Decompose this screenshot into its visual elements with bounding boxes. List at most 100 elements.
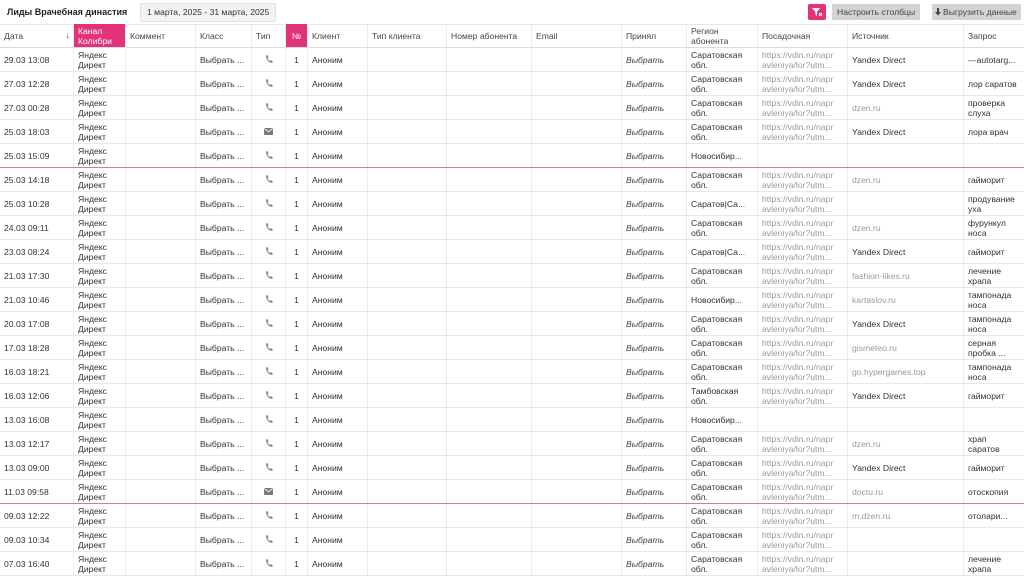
class-select[interactable]: Выбрать ... — [196, 384, 252, 407]
cell-comment[interactable] — [126, 456, 196, 479]
accepted-select[interactable]: Выбрать — [622, 192, 687, 215]
cell-landing[interactable]: https://vdin.ru/napr avleniya/lor?utm... — [758, 96, 848, 119]
col-query-header[interactable]: Запрос — [964, 24, 1024, 47]
landing-link[interactable]: https://vdin.ru/napr avleniya/lor?utm... — [762, 266, 843, 286]
landing-link[interactable]: https://vdin.ru/napr avleniya/lor?utm... — [762, 338, 843, 358]
cell-comment[interactable] — [126, 336, 196, 359]
table-row[interactable]: 24.03 09:11 Яндекс Директ Выбрать ... 1 … — [0, 216, 1024, 240]
table-row[interactable]: 21.03 17:30 Яндекс Директ Выбрать ... 1 … — [0, 264, 1024, 288]
accepted-select[interactable]: Выбрать — [622, 336, 687, 359]
cell-comment[interactable] — [126, 168, 196, 191]
table-row[interactable]: 25.03 15:09 Яндекс Директ Выбрать ... 1 … — [0, 144, 1024, 168]
accepted-select[interactable]: Выбрать — [622, 432, 687, 455]
configure-columns-button[interactable]: Настроить столбцы — [832, 4, 921, 20]
landing-link[interactable]: https://vdin.ru/napr avleniya/lor?utm... — [762, 506, 843, 526]
accepted-select[interactable]: Выбрать — [622, 264, 687, 287]
table-row[interactable]: 07.03 16:40 Яндекс Директ Выбрать ... 1 … — [0, 552, 1024, 576]
filter-button[interactable] — [808, 4, 826, 20]
accepted-select[interactable]: Выбрать — [622, 96, 687, 119]
table-row[interactable]: 29.03 13:08 Яндекс Директ Выбрать ... 1 … — [0, 48, 1024, 72]
landing-link[interactable]: https://vdin.ru/napr avleniya/lor?utm... — [762, 314, 843, 334]
cell-landing[interactable]: https://vdin.ru/napr avleniya/lor?utm... — [758, 336, 848, 359]
table-row[interactable]: 25.03 18:03 Яндекс Директ Выбрать ... 1 … — [0, 120, 1024, 144]
cell-landing[interactable]: https://vdin.ru/napr avleniya/lor?utm... — [758, 192, 848, 215]
cell-comment[interactable] — [126, 192, 196, 215]
landing-link[interactable]: https://vdin.ru/napr avleniya/lor?utm... — [762, 122, 843, 142]
col-region-header[interactable]: Регион абонента — [687, 24, 758, 47]
col-type-header[interactable]: Тип — [252, 24, 286, 47]
table-row[interactable]: 16.03 12:06 Яндекс Директ Выбрать ... 1 … — [0, 384, 1024, 408]
col-channel-header[interactable]: Канал Колибри — [74, 24, 126, 47]
cell-comment[interactable] — [126, 384, 196, 407]
table-row[interactable]: 20.03 17:08 Яндекс Директ Выбрать ... 1 … — [0, 312, 1024, 336]
export-button[interactable]: Выгрузить данные — [932, 4, 1021, 20]
cell-landing[interactable]: https://vdin.ru/napr avleniya/lor?utm... — [758, 168, 848, 191]
table-row[interactable]: 27.03 12:28 Яндекс Директ Выбрать ... 1 … — [0, 72, 1024, 96]
cell-comment[interactable] — [126, 96, 196, 119]
accepted-select[interactable]: Выбрать — [622, 552, 687, 575]
class-select[interactable]: Выбрать ... — [196, 144, 252, 167]
accepted-select[interactable]: Выбрать — [622, 240, 687, 263]
landing-link[interactable]: https://vdin.ru/napr avleniya/lor?utm... — [762, 242, 843, 262]
landing-link[interactable]: https://vdin.ru/napr avleniya/lor?utm... — [762, 386, 843, 406]
class-select[interactable]: Выбрать ... — [196, 96, 252, 119]
class-select[interactable]: Выбрать ... — [196, 312, 252, 335]
accepted-select[interactable]: Выбрать — [622, 528, 687, 551]
cell-comment[interactable] — [126, 240, 196, 263]
accepted-select[interactable]: Выбрать — [622, 216, 687, 239]
cell-comment[interactable] — [126, 552, 196, 575]
accepted-select[interactable]: Выбрать — [622, 48, 687, 71]
landing-link[interactable]: https://vdin.ru/napr avleniya/lor?utm... — [762, 554, 843, 574]
cell-landing[interactable]: https://vdin.ru/napr avleniya/lor?utm... — [758, 312, 848, 335]
class-select[interactable]: Выбрать ... — [196, 48, 252, 71]
cell-landing[interactable]: https://vdin.ru/napr avleniya/lor?utm... — [758, 120, 848, 143]
landing-link[interactable]: https://vdin.ru/napr avleniya/lor?utm... — [762, 194, 843, 214]
table-row[interactable]: 27.03 00:28 Яндекс Директ Выбрать ... 1 … — [0, 96, 1024, 120]
accepted-select[interactable]: Выбрать — [622, 456, 687, 479]
accepted-select[interactable]: Выбрать — [622, 168, 687, 191]
accepted-select[interactable]: Выбрать — [622, 72, 687, 95]
table-row[interactable]: 25.03 10:28 Яндекс Директ Выбрать ... 1 … — [0, 192, 1024, 216]
landing-link[interactable]: https://vdin.ru/napr avleniya/lor?utm... — [762, 50, 843, 70]
cell-comment[interactable] — [126, 144, 196, 167]
landing-link[interactable]: https://vdin.ru/napr avleniya/lor?utm... — [762, 482, 843, 502]
landing-link[interactable]: https://vdin.ru/napr avleniya/lor?utm... — [762, 218, 843, 238]
class-select[interactable]: Выбрать ... — [196, 552, 252, 575]
sort-down-icon[interactable]: ↓ — [66, 30, 71, 40]
cell-landing[interactable]: https://vdin.ru/napr avleniya/lor?utm... — [758, 216, 848, 239]
col-phone-header[interactable]: Номер абонента — [447, 24, 532, 47]
class-select[interactable]: Выбрать ... — [196, 192, 252, 215]
class-select[interactable]: Выбрать ... — [196, 480, 252, 503]
table-row[interactable]: 23.03 08:24 Яндекс Директ Выбрать ... 1 … — [0, 240, 1024, 264]
cell-comment[interactable] — [126, 120, 196, 143]
cell-comment[interactable] — [126, 72, 196, 95]
landing-link[interactable]: https://vdin.ru/napr avleniya/lor?utm... — [762, 458, 843, 478]
col-source-header[interactable]: Источник — [848, 24, 964, 47]
accepted-select[interactable]: Выбрать — [622, 384, 687, 407]
class-select[interactable]: Выбрать ... — [196, 120, 252, 143]
table-row[interactable]: 17.03 18:28 Яндекс Директ Выбрать ... 1 … — [0, 336, 1024, 360]
cell-landing[interactable]: https://vdin.ru/napr avleniya/lor?utm... — [758, 552, 848, 575]
accepted-select[interactable]: Выбрать — [622, 144, 687, 167]
cell-landing[interactable]: https://vdin.ru/napr avleniya/lor?utm... — [758, 384, 848, 407]
cell-comment[interactable] — [126, 504, 196, 527]
cell-landing[interactable]: https://vdin.ru/napr avleniya/lor?utm... — [758, 72, 848, 95]
table-row[interactable]: 09.03 12:22 Яндекс Директ Выбрать ... 1 … — [0, 504, 1024, 528]
table-row[interactable]: 16.03 18:21 Яндекс Директ Выбрать ... 1 … — [0, 360, 1024, 384]
landing-link[interactable]: https://vdin.ru/napr avleniya/lor?utm... — [762, 98, 843, 118]
class-select[interactable]: Выбрать ... — [196, 264, 252, 287]
class-select[interactable]: Выбрать ... — [196, 408, 252, 431]
cell-landing[interactable]: https://vdin.ru/napr avleniya/lor?utm... — [758, 240, 848, 263]
table-row[interactable]: 25.03 14:18 Яндекс Директ Выбрать ... 1 … — [0, 168, 1024, 192]
class-select[interactable]: Выбрать ... — [196, 528, 252, 551]
col-date-header[interactable]: Дата ↓ — [0, 24, 74, 47]
table-row[interactable]: 11.03 09:58 Яндекс Директ Выбрать ... 1 … — [0, 480, 1024, 504]
cell-landing[interactable]: https://vdin.ru/napr avleniya/lor?utm... — [758, 360, 848, 383]
cell-landing[interactable]: https://vdin.ru/napr avleniya/lor?utm... — [758, 528, 848, 551]
cell-landing[interactable] — [758, 144, 848, 167]
col-accepted-header[interactable]: Принял — [622, 24, 687, 47]
col-comment-header[interactable]: Коммент — [126, 24, 196, 47]
class-select[interactable]: Выбрать ... — [196, 168, 252, 191]
table-row[interactable]: 13.03 16:08 Яндекс Директ Выбрать ... 1 … — [0, 408, 1024, 432]
table-row[interactable]: 09.03 10:34 Яндекс Директ Выбрать ... 1 … — [0, 528, 1024, 552]
